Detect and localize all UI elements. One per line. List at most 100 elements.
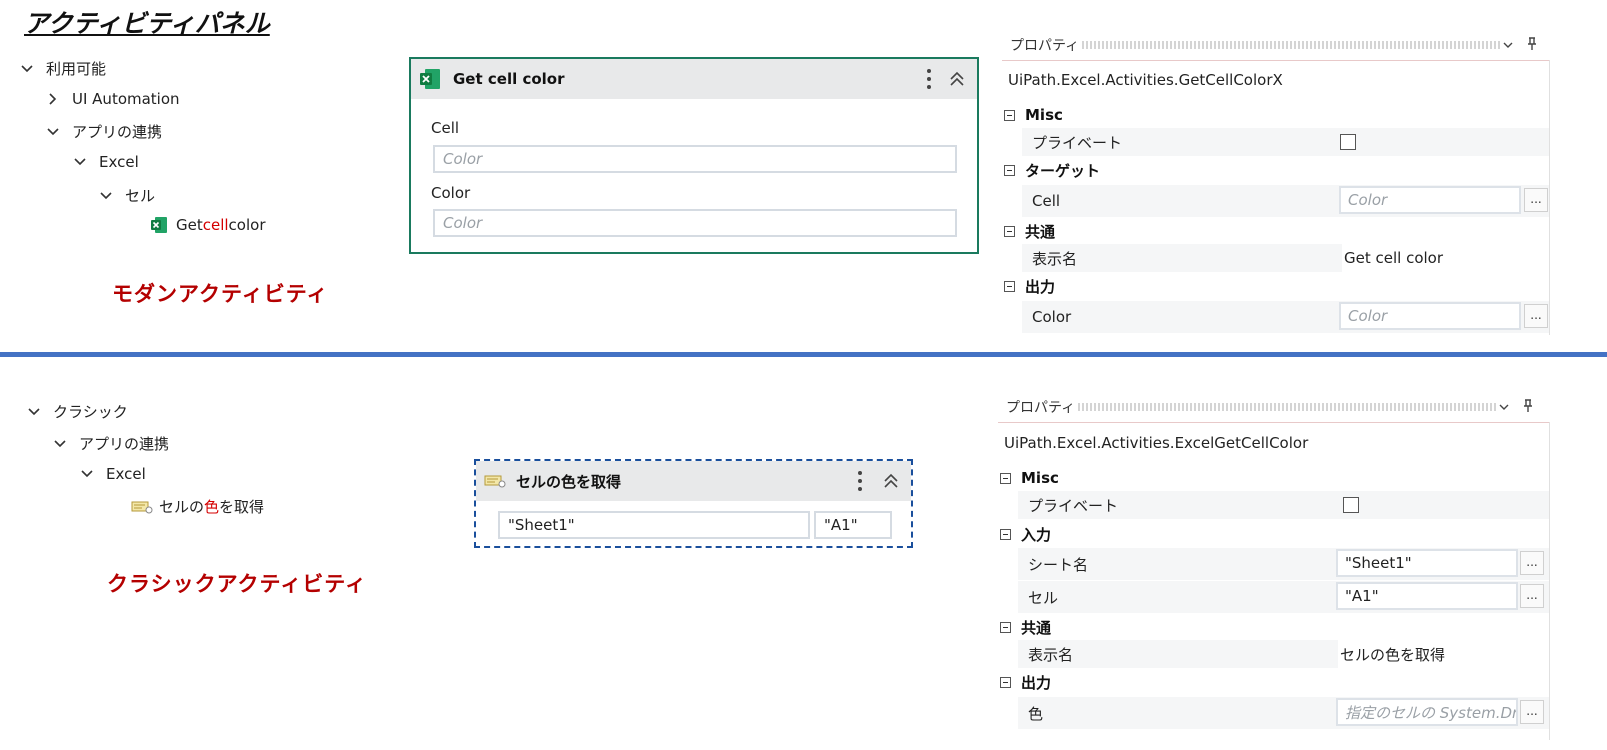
card-title: セルの色を取得 bbox=[516, 472, 622, 491]
ellipsis-button[interactable]: ... bbox=[1524, 188, 1548, 212]
property-row-display-name: 表示名 Get cell color bbox=[1022, 244, 1550, 273]
properties-tab[interactable]: プロパティ bbox=[1002, 30, 1079, 60]
property-name: 表示名 bbox=[1032, 249, 1078, 268]
chevron-down-icon bbox=[47, 127, 59, 135]
tree-item-label: アプリの連携 bbox=[72, 123, 163, 141]
ellipsis-button[interactable]: ... bbox=[1520, 551, 1544, 575]
category-input[interactable]: 入力 bbox=[1000, 521, 1051, 547]
tree-item-app-integration[interactable]: アプリの連携 bbox=[53, 433, 169, 454]
collapse-icon[interactable] bbox=[949, 71, 965, 87]
private-checkbox[interactable] bbox=[1343, 497, 1359, 513]
panel-grip bbox=[1082, 41, 1502, 49]
collapse-minus-icon[interactable] bbox=[1004, 225, 1015, 237]
card-header: Get cell color bbox=[411, 59, 977, 99]
color-property-input[interactable]: Color bbox=[1339, 302, 1521, 330]
private-checkbox[interactable] bbox=[1340, 134, 1356, 150]
chevron-down-icon[interactable] bbox=[1498, 401, 1510, 413]
category-misc[interactable]: Misc bbox=[1000, 465, 1059, 491]
category-output[interactable]: 出力 bbox=[1004, 273, 1055, 299]
tree-item-excel[interactable]: Excel bbox=[73, 153, 139, 171]
tree-item-label: UI Automation bbox=[72, 90, 180, 108]
property-name: プライベート bbox=[1032, 133, 1123, 152]
chevron-down-icon bbox=[21, 64, 33, 72]
collapse-minus-icon[interactable] bbox=[1000, 676, 1011, 688]
cell-label: Cell bbox=[431, 119, 460, 137]
tree-item-get-cell-color-classic[interactable]: セルの色を取得 bbox=[131, 496, 264, 517]
activity-type: UiPath.Excel.Activities.ExcelGetCellColo… bbox=[1004, 434, 1309, 452]
color-input[interactable]: Color bbox=[433, 209, 957, 237]
collapse-icon[interactable] bbox=[883, 473, 899, 489]
category-label: Misc bbox=[1025, 106, 1063, 124]
property-row-private: プライベート bbox=[1022, 128, 1550, 157]
collapse-minus-icon[interactable] bbox=[1004, 109, 1015, 121]
tree-item-cell[interactable]: セル bbox=[99, 185, 155, 206]
panel-edge bbox=[1549, 60, 1550, 335]
cell-input[interactable]: Color bbox=[433, 145, 957, 173]
category-label: 出力 bbox=[1021, 673, 1052, 692]
pin-icon[interactable] bbox=[1522, 399, 1534, 413]
collapse-minus-icon[interactable] bbox=[1004, 280, 1015, 292]
classic-properties-panel: プロパティ UiPath.Excel.Activities.ExcelGetCe… bbox=[998, 392, 1550, 740]
classic-caption: クラシックアクティビティ bbox=[107, 572, 368, 596]
property-name: 色 bbox=[1028, 704, 1044, 723]
collapse-minus-icon[interactable] bbox=[1004, 164, 1015, 176]
property-name: Color bbox=[1032, 308, 1072, 326]
collapse-minus-icon[interactable] bbox=[1000, 528, 1011, 540]
leaf-post: を取得 bbox=[219, 498, 265, 516]
sheet-name-property-input[interactable]: "Sheet1" bbox=[1336, 549, 1518, 577]
modern-properties-panel: プロパティ UiPath.Excel.Activities.GetCellCol… bbox=[1002, 30, 1550, 335]
tree-item-label: Excel bbox=[99, 153, 139, 171]
cell-property-input[interactable]: Color bbox=[1339, 186, 1521, 214]
tree-item-ui-automation[interactable]: UI Automation bbox=[46, 90, 180, 108]
properties-tab[interactable]: プロパティ bbox=[998, 392, 1075, 422]
modern-activity-card[interactable]: Get cell color Cell Color Color Color bbox=[409, 57, 979, 254]
chevron-down-icon bbox=[100, 191, 112, 199]
collapse-minus-icon[interactable] bbox=[1000, 621, 1011, 633]
modern-caption: モダンアクティビティ bbox=[112, 282, 329, 306]
chevron-down-icon bbox=[74, 158, 86, 166]
category-common[interactable]: 共通 bbox=[1000, 614, 1051, 640]
tree-item-available[interactable]: 利用可能 bbox=[20, 58, 106, 79]
property-name: Cell bbox=[1032, 192, 1061, 210]
more-vertical-icon[interactable] bbox=[926, 68, 932, 90]
chevron-down-icon bbox=[81, 470, 93, 478]
property-name: セル bbox=[1028, 588, 1059, 607]
tree-item-app-integration[interactable]: アプリの連携 bbox=[46, 121, 162, 142]
panel-edge bbox=[1549, 422, 1550, 740]
chevron-down-icon[interactable] bbox=[1502, 39, 1514, 51]
display-name-value[interactable]: Get cell color bbox=[1342, 244, 1550, 272]
tree-item-excel[interactable]: Excel bbox=[80, 465, 146, 483]
more-vertical-icon[interactable] bbox=[857, 470, 863, 492]
category-target[interactable]: ターゲット bbox=[1004, 157, 1100, 183]
ellipsis-button[interactable]: ... bbox=[1520, 584, 1544, 608]
cell-property-input[interactable]: "A1" bbox=[1336, 582, 1518, 610]
property-name: プライベート bbox=[1028, 496, 1119, 515]
category-label: 入力 bbox=[1021, 525, 1052, 544]
card-title: Get cell color bbox=[453, 70, 565, 88]
category-common[interactable]: 共通 bbox=[1004, 218, 1055, 244]
tree-item-classic[interactable]: クラシック bbox=[27, 401, 128, 422]
activity-type: UiPath.Excel.Activities.GetCellColorX bbox=[1008, 71, 1283, 89]
collapse-minus-icon[interactable] bbox=[1000, 472, 1011, 484]
ellipsis-button[interactable]: ... bbox=[1524, 304, 1548, 328]
section-divider bbox=[0, 352, 1607, 357]
classic-activity-icon bbox=[131, 501, 153, 513]
chevron-down-icon bbox=[28, 407, 40, 415]
chevron-down-icon bbox=[54, 439, 66, 447]
category-label: Misc bbox=[1021, 469, 1059, 487]
classic-activity-card[interactable]: セルの色を取得 "Sheet1" "A1" bbox=[474, 459, 913, 548]
category-label: 出力 bbox=[1025, 277, 1056, 296]
color-label: Color bbox=[431, 184, 471, 202]
tree-item-get-cell-color[interactable]: Get cell color bbox=[150, 216, 265, 234]
ellipsis-button[interactable]: ... bbox=[1520, 700, 1544, 724]
display-name-value[interactable]: セルの色を取得 bbox=[1338, 640, 1550, 668]
pin-icon[interactable] bbox=[1526, 37, 1538, 51]
property-row-display-name: 表示名 セルの色を取得 bbox=[1018, 640, 1550, 669]
color-property-input[interactable]: 指定のセルの System.Dra bbox=[1336, 698, 1518, 726]
category-output[interactable]: 出力 bbox=[1000, 669, 1051, 695]
properties-tab-label: プロパティ bbox=[1006, 400, 1076, 416]
cell-input[interactable]: "A1" bbox=[814, 511, 892, 539]
panel-grip bbox=[1078, 403, 1498, 411]
category-misc[interactable]: Misc bbox=[1004, 102, 1063, 128]
sheet-name-input[interactable]: "Sheet1" bbox=[498, 511, 810, 539]
